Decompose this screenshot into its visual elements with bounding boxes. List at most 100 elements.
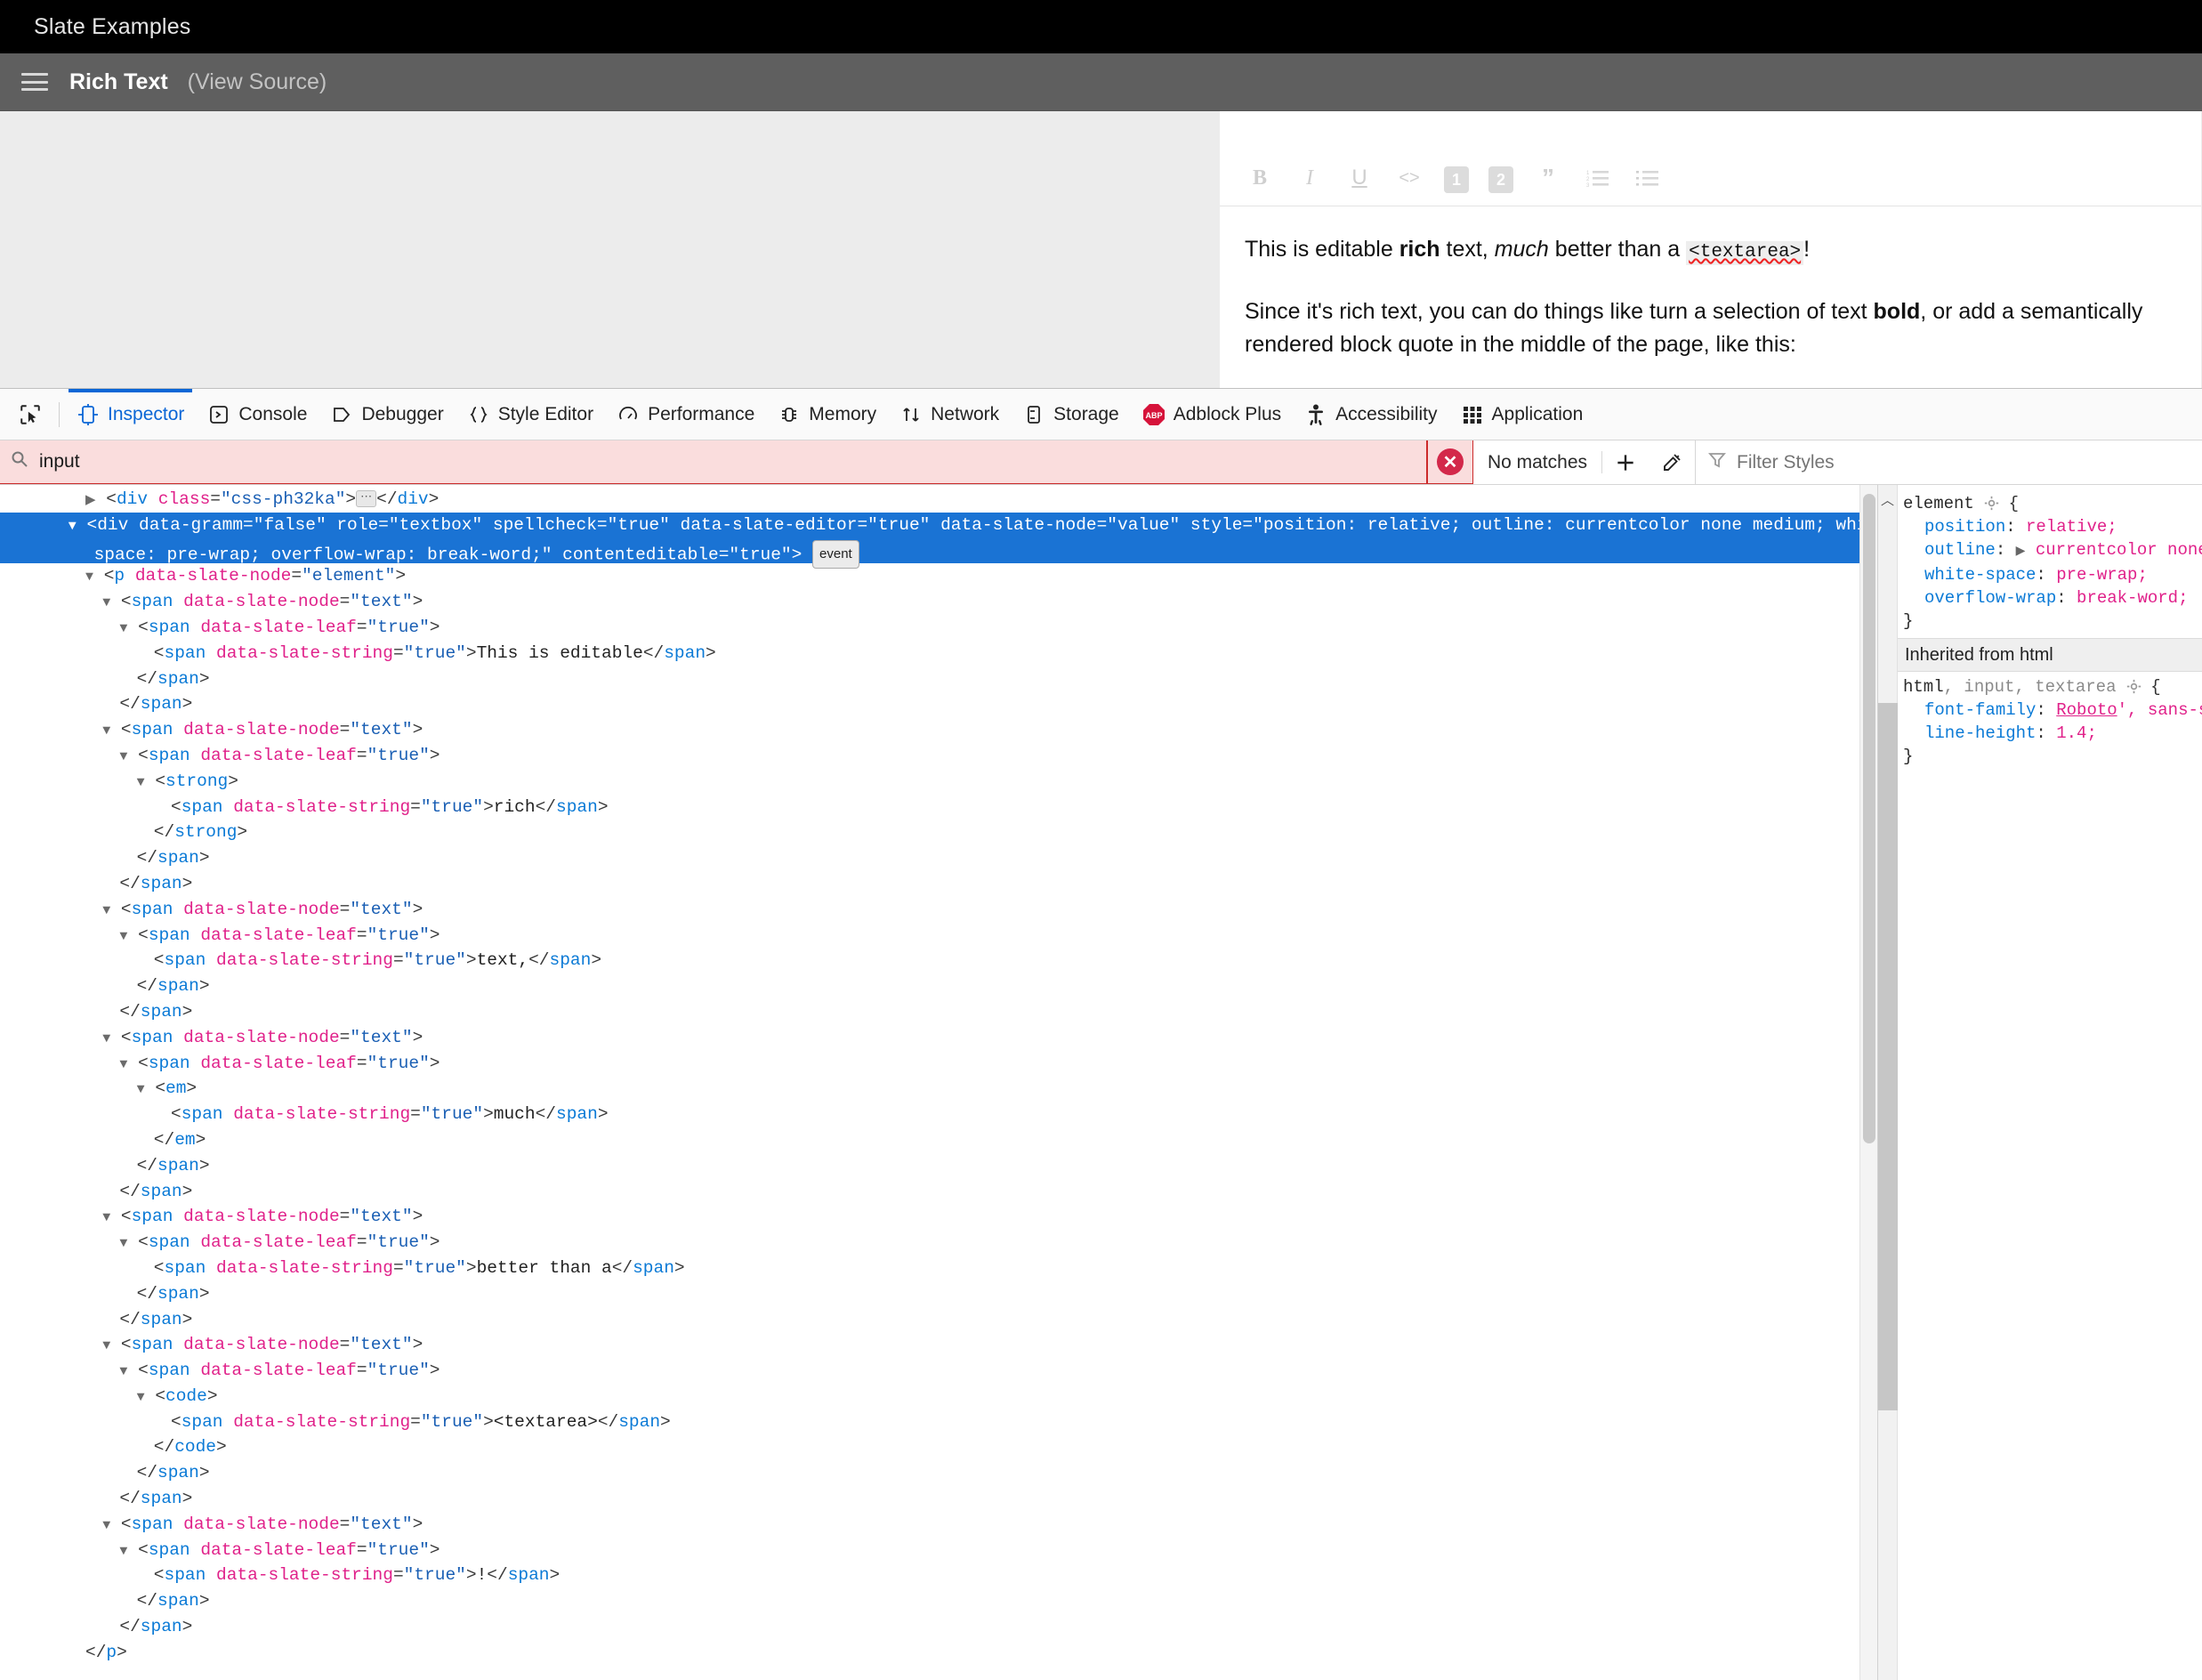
- dom-node-row[interactable]: </p>: [0, 1640, 1877, 1666]
- add-node-button[interactable]: [1602, 440, 1649, 484]
- rule1-decl-2[interactable]: white-space: pre-wrap;: [1898, 563, 2202, 586]
- tab-storage[interactable]: Storage: [1011, 389, 1131, 440]
- twisty-open-icon[interactable]: ▼: [119, 1236, 127, 1251]
- filter-styles-input[interactable]: [1735, 450, 2202, 474]
- tab-inspector[interactable]: Inspector: [65, 388, 196, 440]
- heading-two-button[interactable]: 2: [1488, 166, 1513, 193]
- gear-icon[interactable]: [2126, 678, 2142, 694]
- dom-node-row[interactable]: ▶ <div class="css-ph32ka"> ⋯ </div>: [0, 487, 1877, 513]
- dom-node-row[interactable]: </span>: [0, 666, 1877, 692]
- twisty-open-icon[interactable]: ▼: [137, 1082, 145, 1097]
- clear-search-button[interactable]: ✕: [1426, 440, 1473, 484]
- twisty-open-icon[interactable]: ▼: [137, 1390, 145, 1405]
- rules-scrollbar[interactable]: ︿: [1878, 485, 1898, 1680]
- twisty-open-icon[interactable]: ▼: [102, 903, 110, 918]
- font-family-roboto[interactable]: Roboto: [2056, 700, 2117, 720]
- dom-tree-scrollbar-thumb[interactable]: [1863, 494, 1875, 1143]
- dom-node-row[interactable]: <span data-slate-string="true">much</spa…: [0, 1102, 1877, 1127]
- tab-console[interactable]: Console: [196, 389, 319, 440]
- rule1-decl-3[interactable]: overflow-wrap: break-word;: [1898, 586, 2202, 610]
- dom-tree[interactable]: ▶ <div class="css-ph32ka"> ⋯ </div> ▼ <div …: [0, 485, 1877, 1666]
- dom-node-row[interactable]: <span data-slate-string="true">rich</spa…: [0, 795, 1877, 820]
- dom-node-row[interactable]: </strong>: [0, 820, 1877, 845]
- scroll-up-icon[interactable]: ︿: [1878, 485, 1897, 509]
- dom-tree-scrollbar[interactable]: [1859, 485, 1877, 1680]
- dom-node-row[interactable]: </span>: [0, 1486, 1877, 1512]
- dom-node-row[interactable]: ▼ <span data-slate-node="text">: [0, 1512, 1877, 1538]
- tab-debugger[interactable]: Debugger: [319, 389, 455, 440]
- view-source-link[interactable]: (View Source): [188, 69, 327, 95]
- dom-node-row[interactable]: <span data-slate-string="true">better th…: [0, 1256, 1877, 1281]
- dom-node-row[interactable]: </span>: [0, 1179, 1877, 1205]
- editor-content[interactable]: This is editable rich text, much better …: [1220, 206, 2201, 360]
- twisty-open-icon[interactable]: ▼: [102, 1338, 110, 1353]
- twisty-open-icon[interactable]: ▼: [102, 595, 110, 610]
- rule-selector-html-input-textarea[interactable]: html, input, textarea {: [1898, 675, 2202, 699]
- numbered-list-button[interactable]: 1 2 3: [1583, 163, 1613, 193]
- italic-button[interactable]: I: [1295, 163, 1325, 193]
- tab-style-editor[interactable]: Style Editor: [456, 389, 605, 440]
- twisty-open-icon[interactable]: ▼: [119, 929, 127, 944]
- twisty-open-icon[interactable]: ▼: [102, 723, 110, 739]
- dom-node-row[interactable]: ▼ <span data-slate-leaf="true">: [0, 743, 1877, 769]
- dom-node-row[interactable]: ▼ <div data-gramm="false" role="textbox"…: [0, 512, 1877, 569]
- tab-application[interactable]: Application: [1449, 389, 1595, 440]
- expand-ellipsis-badge[interactable]: ⋯: [356, 490, 377, 508]
- dom-node-row[interactable]: <span data-slate-string="true">This is e…: [0, 641, 1877, 666]
- dom-node-row[interactable]: <span data-slate-string="true">text,</sp…: [0, 948, 1877, 973]
- gear-icon[interactable]: [1984, 495, 1999, 511]
- dom-node-row[interactable]: ▼ <span data-slate-leaf="true">: [0, 615, 1877, 641]
- twisty-open-icon[interactable]: ▼: [119, 1364, 127, 1379]
- dom-node-row[interactable]: ▼ <span data-slate-node="text">: [0, 1332, 1877, 1358]
- twisty-open-icon[interactable]: ▼: [85, 569, 93, 585]
- dom-node-row[interactable]: </span>: [0, 1153, 1877, 1179]
- dom-node-row[interactable]: ▼ <em>: [0, 1076, 1877, 1102]
- dom-node-row[interactable]: <span data-slate-string="true">!</span>: [0, 1563, 1877, 1588]
- dom-node-row[interactable]: ▼ <span data-slate-leaf="true">: [0, 1538, 1877, 1563]
- dom-node-row[interactable]: </span>: [0, 1281, 1877, 1307]
- hamburger-icon[interactable]: [20, 70, 50, 93]
- dom-node-row[interactable]: ▼ <span data-slate-node="text">: [0, 717, 1877, 743]
- block-quote-button[interactable]: ”: [1533, 163, 1563, 193]
- html-search-container[interactable]: [0, 440, 1427, 484]
- dom-node-row[interactable]: ▼ <code>: [0, 1384, 1877, 1409]
- heading-one-button[interactable]: 1: [1444, 166, 1469, 193]
- dom-node-row[interactable]: ▼ <span data-slate-node="text">: [0, 1025, 1877, 1051]
- tab-memory[interactable]: Memory: [766, 389, 888, 440]
- dom-node-row[interactable]: ▼ <span data-slate-leaf="true">: [0, 1051, 1877, 1077]
- dom-node-row[interactable]: </span>: [0, 973, 1877, 999]
- tab-accessibility[interactable]: Accessibility: [1293, 389, 1448, 440]
- code-button[interactable]: <>: [1394, 163, 1424, 193]
- dom-node-row[interactable]: ▼ <span data-slate-node="text">: [0, 589, 1877, 615]
- bold-button[interactable]: B: [1245, 163, 1275, 193]
- dom-node-row[interactable]: </span>: [0, 691, 1877, 717]
- tab-adblock-plus[interactable]: ABP Adblock Plus: [1131, 389, 1293, 440]
- dom-node-row[interactable]: </span>: [0, 1614, 1877, 1640]
- eyedropper-button[interactable]: [1649, 440, 1695, 484]
- search-input[interactable]: [37, 450, 1426, 473]
- element-picker-icon[interactable]: [7, 389, 53, 440]
- twisty-open-icon[interactable]: ▼: [69, 519, 77, 534]
- tab-network[interactable]: Network: [888, 389, 1011, 440]
- dom-node-row[interactable]: </span>: [0, 1307, 1877, 1333]
- twisty-open-icon[interactable]: ▼: [102, 1518, 110, 1533]
- dom-node-row[interactable]: </span>: [0, 1588, 1877, 1614]
- twisty-open-icon[interactable]: ▼: [102, 1210, 110, 1225]
- rules-scrollbar-thumb[interactable]: [1878, 703, 1898, 1410]
- rule2-decl-0[interactable]: font-family: Roboto', sans-s: [1898, 699, 2202, 722]
- expand-shorthand-icon[interactable]: ▶: [2016, 545, 2026, 559]
- filter-styles-container[interactable]: [1695, 440, 2202, 484]
- twisty-open-icon[interactable]: ▼: [102, 1031, 110, 1046]
- dom-node-row[interactable]: </span>: [0, 1460, 1877, 1486]
- dom-node-row[interactable]: ▼ <strong>: [0, 769, 1877, 795]
- dom-node-row[interactable]: ▼ <span data-slate-node="text">: [0, 897, 1877, 923]
- dom-node-row[interactable]: ▼ <span data-slate-leaf="true">: [0, 1358, 1877, 1384]
- twisty-open-icon[interactable]: ▼: [137, 775, 145, 790]
- dom-node-row[interactable]: </code>: [0, 1434, 1877, 1460]
- underline-button[interactable]: U: [1344, 163, 1375, 193]
- dom-node-row[interactable]: ▼ <span data-slate-leaf="true">: [0, 1230, 1877, 1256]
- tab-performance[interactable]: Performance: [605, 389, 766, 440]
- dom-node-row[interactable]: ▼ <span data-slate-node="text">: [0, 1204, 1877, 1230]
- dom-node-row[interactable]: ▼ <span data-slate-leaf="true">: [0, 923, 1877, 949]
- dom-node-row[interactable]: ▼ <p data-slate-node="element">: [0, 563, 1877, 589]
